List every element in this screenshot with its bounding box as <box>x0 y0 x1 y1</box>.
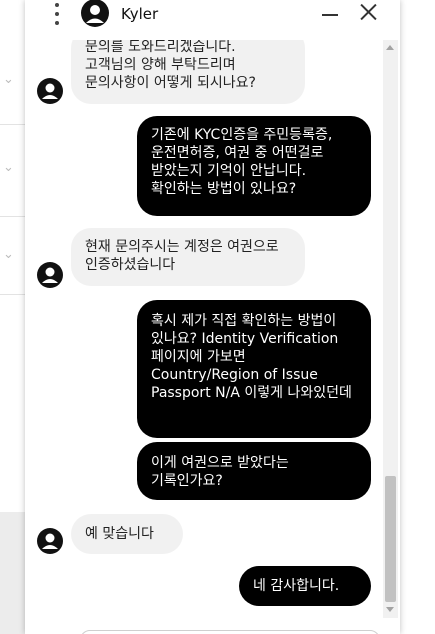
agent-message-text: 예 맞습니다 <box>85 526 154 542</box>
background-panel <box>0 512 26 634</box>
scroll-down-arrow-icon[interactable] <box>386 607 394 612</box>
user-message-text: 혹시 제가 직접 확인하는 방법이 있나요? Identity Verifica… <box>151 313 352 401</box>
user-avatar-icon <box>37 528 63 554</box>
user-message-text: 기존에 KYC인증을 주민등록증, 운전면허증, 여권 중 어떤걸로 받았는지 … <box>151 127 333 197</box>
agent-message-bubble: 예 맞습니다 <box>71 514 183 554</box>
background-row[interactable]: ⌄ <box>0 217 26 295</box>
scroll-up-arrow-icon[interactable] <box>386 45 394 50</box>
user-avatar-icon <box>37 78 63 104</box>
agent-message-bubble: 현재 문의주시는 계정은 여권으로 인증하셨습니다 <box>71 228 305 286</box>
background-row[interactable]: ⌄ <box>0 0 26 125</box>
user-message-bubble: 네 감사합니다. <box>239 566 371 606</box>
chevron-down-icon: ⌄ <box>3 247 14 262</box>
agent-message-text: 문의를 도와드리겠습니다. 고객님의 양해 부탁드리며 문의사항이 어떻게 되시… <box>85 39 256 91</box>
message-input[interactable] <box>80 630 380 634</box>
close-icon[interactable] <box>357 1 379 23</box>
user-message-text: 이게 여권으로 받았다는 기록인가요? <box>151 455 289 489</box>
user-message-text: 네 감사합니다. <box>253 578 340 594</box>
user-avatar-icon <box>80 0 110 28</box>
kebab-menu-icon[interactable] <box>52 3 62 25</box>
scrollbar-thumb[interactable] <box>385 476 396 602</box>
message-list[interactable]: 문의를 도와드리겠습니다. 고객님의 양해 부탁드리며 문의사항이 어떻게 되시… <box>25 0 400 634</box>
user-message-bubble: 혹시 제가 직접 확인하는 방법이 있나요? Identity Verifica… <box>137 300 371 438</box>
background-margin <box>400 0 435 634</box>
user-message-bubble: 기존에 KYC인증을 주민등록증, 운전면허증, 여권 중 어떤걸로 받았는지 … <box>137 116 371 216</box>
chat-header: Kyler <box>25 0 400 40</box>
chat-widget: 문의를 도와드리겠습니다. 고객님의 양해 부탁드리며 문의사항이 어떻게 되시… <box>25 0 400 634</box>
chevron-down-icon: ⌄ <box>3 72 14 87</box>
user-avatar-icon <box>37 262 63 288</box>
agent-name: Kyler <box>121 5 159 23</box>
agent-message-text: 현재 문의주시는 계정은 여권으로 인증하셨습니다 <box>85 239 279 273</box>
background-row[interactable]: ⌄ <box>0 125 26 217</box>
user-message-bubble: 이게 여권으로 받았다는 기록인가요? <box>137 442 371 500</box>
chevron-down-icon: ⌄ <box>3 160 14 175</box>
minimize-icon[interactable] <box>319 4 341 26</box>
